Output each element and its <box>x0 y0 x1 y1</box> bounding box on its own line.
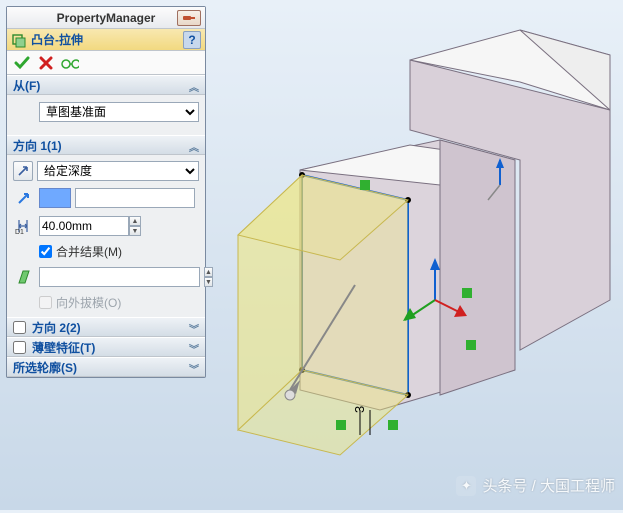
draft-angle-input[interactable] <box>39 267 200 287</box>
feature-name: 凸台-拉伸 <box>31 31 83 48</box>
pushpin-icon <box>182 13 196 23</box>
help-button[interactable]: ? <box>183 31 201 49</box>
dir1-depth-input[interactable] <box>39 216 129 236</box>
section-from-body: 草图基准面 <box>7 95 205 135</box>
section-dir1-header[interactable]: 方向 1(1) ︽ <box>7 135 205 155</box>
chevron-down-icon: ︾ <box>187 322 201 334</box>
ok-button[interactable] <box>13 54 31 72</box>
ok-icon <box>14 55 30 71</box>
svg-text:D1: D1 <box>15 229 24 235</box>
section-from-header[interactable]: 从(F) ︽ <box>7 75 205 95</box>
merge-result-row: 合并结果(M) <box>39 243 199 260</box>
graphics-viewport[interactable]: 3 ✦ 头条号 / 大国工程师 <box>210 0 623 510</box>
chevron-down-icon: ︾ <box>187 362 201 374</box>
section-dir2-header[interactable]: 方向 2(2) ︾ <box>7 317 205 337</box>
merge-result-checkbox[interactable] <box>39 245 52 258</box>
draft-outward-label: 向外拔模(O) <box>56 294 121 311</box>
section-dir1-body: 给定深度 D1 ▲▼ 合并结果(M) <box>7 155 205 317</box>
watermark: ✦ 头条号 / 大国工程师 <box>456 475 615 496</box>
panel-title-bar: PropertyManager <box>7 7 205 29</box>
direction-selection-input[interactable] <box>75 188 195 208</box>
action-row <box>7 51 205 75</box>
property-manager-panel: PropertyManager 凸台-拉伸 ? 从(F) ︽ <box>6 6 206 378</box>
section-thin-header[interactable]: 薄壁特征(T) ︾ <box>7 337 205 357</box>
detailed-preview-button[interactable] <box>61 54 79 72</box>
dir1-end-condition-select[interactable]: 给定深度 <box>37 161 199 181</box>
draft-outward-checkbox <box>39 296 52 309</box>
draft-outward-row: 向外拔模(O) <box>39 294 199 311</box>
section-from-title: 从(F) <box>13 77 40 94</box>
depth-spinner[interactable]: ▲▼ <box>129 216 141 236</box>
section-dir1-title: 方向 1(1) <box>13 137 62 154</box>
chevron-down-icon: ︾ <box>187 342 201 354</box>
cancel-icon <box>39 56 53 70</box>
feature-header: 凸台-拉伸 ? <box>7 29 205 51</box>
spin-down-icon[interactable]: ▼ <box>129 226 141 236</box>
dimension-value: 3 <box>352 406 367 413</box>
merge-result-label: 合并结果(M) <box>56 243 122 260</box>
model-preview: 3 <box>210 0 623 510</box>
glasses-icon <box>61 56 79 70</box>
spin-up-icon[interactable]: ▲ <box>129 216 141 226</box>
section-dir2-title: 方向 2(2) <box>32 319 81 336</box>
dir2-enable-checkbox[interactable] <box>13 321 26 334</box>
pushpin-button[interactable] <box>177 10 201 26</box>
thin-enable-checkbox[interactable] <box>13 341 26 354</box>
section-contours-title: 所选轮廓(S) <box>13 359 77 376</box>
direction-vector-icon <box>13 187 35 209</box>
reverse-direction-button[interactable] <box>13 161 33 181</box>
chevron-up-icon: ︽ <box>187 140 201 152</box>
direction-selection-box[interactable] <box>39 188 71 208</box>
cancel-button[interactable] <box>37 54 55 72</box>
depth-icon: D1 <box>13 215 35 237</box>
watermark-text: 头条号 / 大国工程师 <box>482 475 615 496</box>
from-start-condition-select[interactable]: 草图基准面 <box>39 102 199 122</box>
watermark-icon: ✦ <box>456 476 476 496</box>
draft-icon <box>13 266 35 288</box>
extrude-feature-icon <box>11 32 27 48</box>
section-contours-header[interactable]: 所选轮廓(S) ︾ <box>7 357 205 377</box>
panel-title-text: PropertyManager <box>57 11 156 25</box>
chevron-up-icon: ︽ <box>187 80 201 92</box>
section-thin-title: 薄壁特征(T) <box>32 339 95 356</box>
reverse-direction-icon <box>16 164 30 178</box>
